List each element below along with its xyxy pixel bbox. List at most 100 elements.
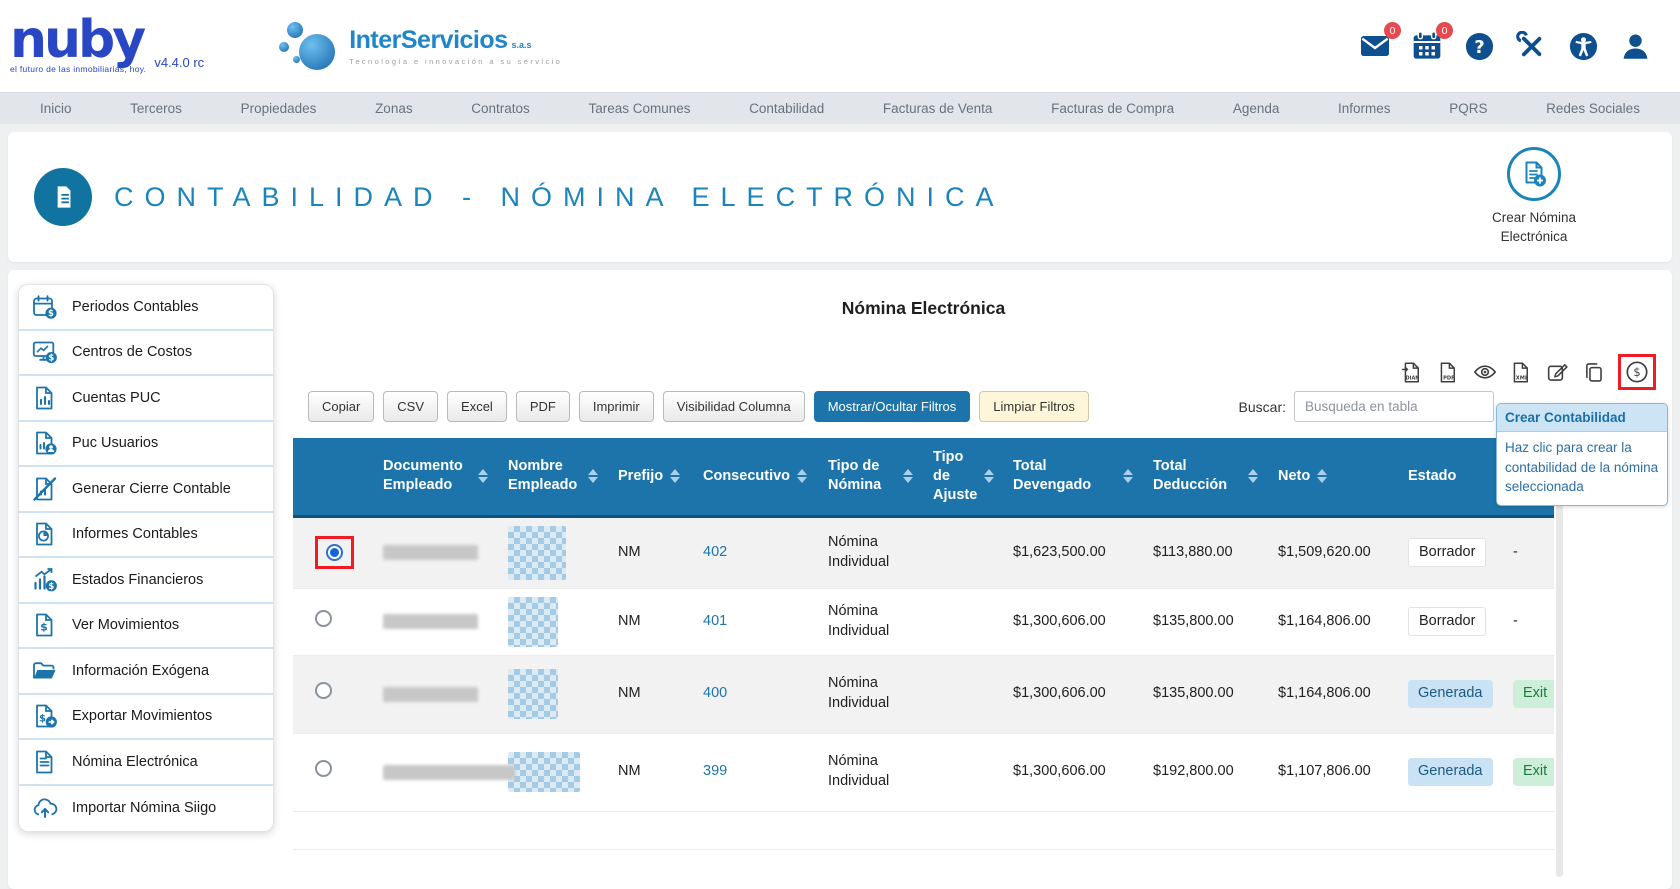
- column-header-documento-empleado[interactable]: Documento Empleado: [373, 438, 498, 516]
- sort-icon[interactable]: [478, 469, 488, 483]
- nav-item-informes[interactable]: Informes: [1338, 101, 1391, 116]
- app-version: v4.4.0 rc: [154, 55, 204, 74]
- create-accounting-icon[interactable]: $: [1625, 360, 1649, 384]
- sidebar-item-label: Importar Nómina Siigo: [72, 800, 216, 816]
- nav-item-redes-sociales[interactable]: Redes Sociales: [1546, 101, 1640, 116]
- sidebar-item-centros-de-costos[interactable]: $Centros de Costos: [19, 331, 273, 377]
- total-deduccion-cell: $113,880.00: [1143, 516, 1268, 588]
- column-header-total-devengado[interactable]: Total Devengado: [1003, 438, 1143, 516]
- column-header-estado: Estado: [1398, 438, 1503, 516]
- nav-item-facturas-de-venta[interactable]: Facturas de Venta: [883, 101, 993, 116]
- column-header-tipo-de-ajuste[interactable]: Tipo de Ajuste: [923, 438, 1003, 516]
- sort-icon[interactable]: [1248, 469, 1258, 483]
- help-icon[interactable]: ?: [1462, 29, 1496, 63]
- preview-eye-icon[interactable]: [1473, 360, 1497, 384]
- nuby-logo[interactable]: nuby el futuro de las inmobiliarias, hoy…: [10, 18, 204, 74]
- row-radio-button[interactable]: [315, 760, 332, 777]
- nav-item-zonas[interactable]: Zonas: [375, 101, 413, 116]
- nav-item-tareas-comunes[interactable]: Tareas Comunes: [588, 101, 690, 116]
- pdf-export-icon[interactable]: PDF: [1437, 361, 1460, 384]
- sort-icon[interactable]: [903, 469, 913, 483]
- sort-icon[interactable]: [670, 469, 680, 483]
- sort-icon[interactable]: [588, 469, 598, 483]
- dian-status-cell: -: [1503, 516, 1554, 588]
- sidebar-item-periodos-contables[interactable]: $Periodos Contables: [19, 285, 273, 331]
- payroll-table: Documento Empleado Nombre EmpleadoPrefijo…: [293, 438, 1554, 850]
- sidebar-item-estados-financieros[interactable]: $Estados Financieros: [19, 558, 273, 604]
- vertical-scrollbar[interactable]: [1556, 498, 1563, 877]
- sidebar-item-label: Nómina Electrónica: [72, 754, 198, 770]
- nav-item-propiedades[interactable]: Propiedades: [241, 101, 317, 116]
- nav-item-terceros[interactable]: Terceros: [130, 101, 182, 116]
- nav-item-contabilidad[interactable]: Contabilidad: [749, 101, 824, 116]
- consecutivo-link[interactable]: 400: [703, 685, 727, 701]
- table-row: NM400Nómina Individual$1,300,606.00$135,…: [293, 655, 1554, 733]
- toolbar-button-visibilidad-columna[interactable]: Visibilidad Columna: [663, 391, 805, 422]
- consecutivo-link[interactable]: 399: [703, 763, 727, 779]
- sidebar-item-exportar-movimientos[interactable]: $ Exportar Movimientos: [19, 695, 273, 741]
- redacted-document-number: [383, 765, 515, 780]
- svg-text:$: $: [48, 582, 54, 592]
- redacted-employee-name: [508, 669, 558, 719]
- svg-text:XML: XML: [1516, 375, 1529, 381]
- toolbar-button-mostrar-ocultar-filtros[interactable]: Mostrar/Ocultar Filtros: [814, 391, 971, 422]
- column-header-neto[interactable]: Neto: [1268, 438, 1398, 516]
- nav-item-inicio[interactable]: Inicio: [40, 101, 72, 116]
- toolbar-button-limpiar-filtros[interactable]: Limpiar Filtros: [979, 391, 1089, 422]
- column-header-total-deduccion[interactable]: Total Deducción: [1143, 438, 1268, 516]
- sort-icon[interactable]: [1123, 469, 1133, 483]
- row-radio-button[interactable]: [315, 682, 332, 699]
- column-header-nombre-empleado[interactable]: Nombre Empleado: [498, 438, 608, 516]
- sort-icon[interactable]: [1317, 469, 1327, 483]
- sort-icon[interactable]: [984, 469, 994, 483]
- sidebar-item-informes-contables[interactable]: Informes Contables: [19, 513, 273, 559]
- sidebar-item-nomina-electronica[interactable]: Nómina Electrónica: [19, 740, 273, 786]
- sort-icon[interactable]: [797, 469, 807, 483]
- toolbar-button-csv[interactable]: CSV: [383, 391, 438, 422]
- edit-icon[interactable]: [1546, 361, 1569, 384]
- copy-icon[interactable]: [1582, 361, 1605, 384]
- document-export-icon: $: [31, 703, 59, 729]
- sidebar-item-importar-nomina-siigo[interactable]: Importar Nómina Siigo: [19, 786, 273, 832]
- column-label: Documento Empleado: [383, 457, 471, 495]
- svg-text:PDF: PDF: [1443, 375, 1455, 381]
- nav-item-facturas-de-compra[interactable]: Facturas de Compra: [1051, 101, 1174, 116]
- accessibility-icon[interactable]: [1566, 29, 1600, 63]
- consecutivo-link[interactable]: 401: [703, 613, 727, 629]
- calendar-icon[interactable]: 0: [1410, 29, 1444, 63]
- svg-text:$: $: [48, 354, 54, 364]
- xml-export-icon[interactable]: XML: [1510, 361, 1533, 384]
- messages-icon[interactable]: 0: [1358, 29, 1392, 63]
- column-header-tipo-de-nomina[interactable]: Tipo de Nómina: [818, 438, 923, 516]
- user-icon[interactable]: [1618, 29, 1652, 63]
- column-header-prefijo[interactable]: Prefijo: [608, 438, 693, 516]
- prefijo-cell: NM: [608, 516, 693, 588]
- toolbar-button-imprimir[interactable]: Imprimir: [579, 391, 654, 422]
- sidebar-item-puc-usuarios[interactable]: Puc Usuarios: [19, 422, 273, 468]
- create-payroll-button[interactable]: Crear Nómina Electrónica: [1474, 147, 1594, 247]
- nav-item-pqrs[interactable]: PQRS: [1449, 101, 1487, 116]
- row-radio-button[interactable]: [326, 544, 343, 561]
- total-devengado-cell: $1,623,500.00: [1003, 516, 1143, 588]
- payroll-table-container: Documento Empleado Nombre EmpleadoPrefijo…: [293, 438, 1554, 850]
- nav-item-contratos[interactable]: Contratos: [471, 101, 530, 116]
- row-radio-button[interactable]: [315, 610, 332, 627]
- toolbar-button-copiar[interactable]: Copiar: [308, 391, 374, 422]
- search-input[interactable]: [1294, 391, 1494, 422]
- cloud-upload-icon: [31, 795, 59, 821]
- tools-icon[interactable]: [1514, 29, 1548, 63]
- consecutivo-link[interactable]: 402: [703, 544, 727, 560]
- page-title: CONTABILIDAD - NÓMINA ELECTRÓNICA: [114, 182, 1005, 213]
- column-header-consecutivo[interactable]: Consecutivo: [693, 438, 818, 516]
- sidebar-item-label: Exportar Movimientos: [72, 708, 212, 724]
- sidebar-item-informacion-exogena[interactable]: Información Exógena: [19, 649, 273, 695]
- nav-item-agenda[interactable]: Agenda: [1233, 101, 1280, 116]
- sidebar-item-generar-cierre-contable[interactable]: Generar Cierre Contable: [19, 467, 273, 513]
- dian-export-icon[interactable]: DIAN: [1401, 361, 1424, 384]
- svg-text:DIAN: DIAN: [1406, 375, 1420, 381]
- toolbar-button-excel[interactable]: Excel: [447, 391, 507, 422]
- toolbar-button-pdf[interactable]: PDF: [516, 391, 570, 422]
- sidebar-item-ver-movimientos[interactable]: $Ver Movimientos: [19, 604, 273, 650]
- table-search: Buscar:: [1239, 391, 1494, 422]
- sidebar-item-cuentas-puc[interactable]: Cuentas PUC: [19, 376, 273, 422]
